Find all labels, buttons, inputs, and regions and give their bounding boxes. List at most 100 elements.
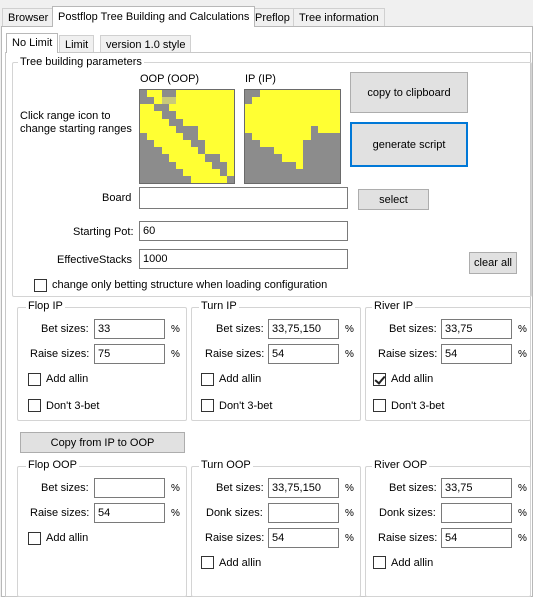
select-board-button[interactable]: select xyxy=(358,189,429,210)
river-ip-allin-checkbox[interactable] xyxy=(373,373,386,386)
range-cell xyxy=(245,140,253,148)
river-oop-raise-input[interactable]: 54 xyxy=(441,528,512,548)
range-cell xyxy=(154,147,162,155)
flop-ip-raise-pct: % xyxy=(171,349,180,360)
range-cell xyxy=(259,154,267,162)
turn-ip-allin-label: Add allin xyxy=(219,373,262,385)
range-cell xyxy=(274,132,282,141)
generate-script-button[interactable]: generate script xyxy=(350,122,468,167)
flop-ip-allin-checkbox[interactable] xyxy=(28,373,41,386)
range-cell xyxy=(325,147,333,155)
turn-ip-raise-input[interactable]: 54 xyxy=(268,344,339,364)
range-cell xyxy=(281,111,289,119)
range-cell xyxy=(197,97,206,105)
range-cell xyxy=(197,104,206,112)
range-cell xyxy=(219,175,227,183)
oop-range-label: OOP (OOP) xyxy=(140,73,200,85)
tab-postflop-tree[interactable]: Postflop Tree Building and Calculations xyxy=(52,6,256,27)
river-ip-no3bet-checkbox[interactable] xyxy=(373,399,386,412)
range-cell xyxy=(252,111,260,119)
range-cell xyxy=(140,161,148,169)
range-cell xyxy=(310,175,319,183)
range-cell xyxy=(303,132,311,141)
river-ip-raise-input[interactable]: 54 xyxy=(441,344,512,364)
range-cell xyxy=(245,97,253,105)
range-cell xyxy=(147,140,155,148)
range-cell xyxy=(274,161,282,169)
range-cell xyxy=(226,168,234,176)
river-oop-title: River OOP xyxy=(372,459,430,472)
range-cell xyxy=(176,111,184,119)
turn-oop-bet-input[interactable]: 33,75,150 xyxy=(268,478,339,498)
ip-range-grid[interactable] xyxy=(244,89,341,184)
copy-to-clipboard-button[interactable]: copy to clipboard xyxy=(350,72,468,113)
river-ip-raise-pct: % xyxy=(518,349,527,360)
turn-ip-bet-label: Bet sizes: xyxy=(216,323,264,335)
betting-structure-checkbox[interactable] xyxy=(34,279,47,292)
tab-tree-information[interactable]: Tree information xyxy=(293,8,385,27)
range-cell xyxy=(176,97,184,105)
range-cell xyxy=(303,161,311,169)
turn-ip-no3bet-checkbox[interactable] xyxy=(201,399,214,412)
range-cell xyxy=(332,90,340,98)
river-ip-bet-input[interactable]: 33,75 xyxy=(441,319,512,339)
starting-pot-input[interactable]: 60 xyxy=(139,221,348,241)
flop-ip-bet-input[interactable]: 33 xyxy=(94,319,165,339)
tab-browser[interactable]: Browser xyxy=(2,8,55,27)
range-cell xyxy=(318,132,326,141)
range-cell xyxy=(154,175,162,183)
range-cell xyxy=(274,154,282,162)
turn-oop-bet-label: Bet sizes: xyxy=(216,482,264,494)
range-cell xyxy=(161,147,169,155)
clear-all-button[interactable]: clear all xyxy=(469,252,517,274)
oop-range-grid[interactable] xyxy=(139,89,235,184)
turn-ip-bet-input[interactable]: 33,75,150 xyxy=(268,319,339,339)
range-cell xyxy=(281,147,289,155)
range-cell xyxy=(161,118,169,126)
effective-stacks-input[interactable]: 1000 xyxy=(139,249,348,269)
range-cell xyxy=(281,90,289,98)
range-cell xyxy=(147,90,155,98)
flop-ip-raise-input[interactable]: 75 xyxy=(94,344,165,364)
range-cell xyxy=(274,111,282,119)
range-cell xyxy=(266,90,275,98)
river-oop-allin-checkbox[interactable] xyxy=(373,556,386,569)
range-cell xyxy=(168,97,177,105)
flop-ip-raise-label: Raise sizes: xyxy=(30,348,90,360)
turn-ip-allin-checkbox[interactable] xyxy=(201,373,214,386)
river-oop-donk-input[interactable] xyxy=(441,503,512,523)
turn-oop-allin-checkbox[interactable] xyxy=(201,556,214,569)
turn-oop-raise-input[interactable]: 54 xyxy=(268,528,339,548)
range-cell xyxy=(310,132,319,141)
subtab-no-limit[interactable]: No Limit xyxy=(6,33,59,53)
range-cell xyxy=(154,161,162,169)
river-oop-bet-input[interactable]: 33,75 xyxy=(441,478,512,498)
range-cell xyxy=(183,90,191,98)
range-cell xyxy=(288,104,297,112)
range-cell xyxy=(212,147,220,155)
range-cell xyxy=(281,168,289,176)
flop-ip-bet-pct: % xyxy=(171,324,180,335)
range-cell xyxy=(226,111,234,119)
range-cell xyxy=(190,154,198,162)
flop-oop-allin-checkbox[interactable] xyxy=(28,532,41,545)
flop-ip-no3bet-checkbox[interactable] xyxy=(28,399,41,412)
range-cell xyxy=(274,104,282,112)
range-cell xyxy=(274,140,282,148)
flop-oop-bet-input[interactable] xyxy=(94,478,165,498)
range-cell xyxy=(325,168,333,176)
river-oop-donk-pct: % xyxy=(518,508,527,519)
range-cell xyxy=(288,140,297,148)
board-input[interactable] xyxy=(139,187,348,209)
copy-ip-to-oop-button[interactable]: Copy from IP to OOP xyxy=(20,432,185,453)
range-cell xyxy=(266,111,275,119)
range-cell xyxy=(205,125,213,133)
range-cell xyxy=(154,154,162,162)
range-cell xyxy=(252,118,260,126)
range-cell xyxy=(245,104,253,112)
flop-oop-raise-input[interactable]: 54 xyxy=(94,503,165,523)
turn-oop-donk-input[interactable] xyxy=(268,503,339,523)
tab-preflop[interactable]: Preflop xyxy=(249,8,296,27)
turn-oop-raise-pct: % xyxy=(345,533,354,544)
range-cell xyxy=(245,175,253,183)
